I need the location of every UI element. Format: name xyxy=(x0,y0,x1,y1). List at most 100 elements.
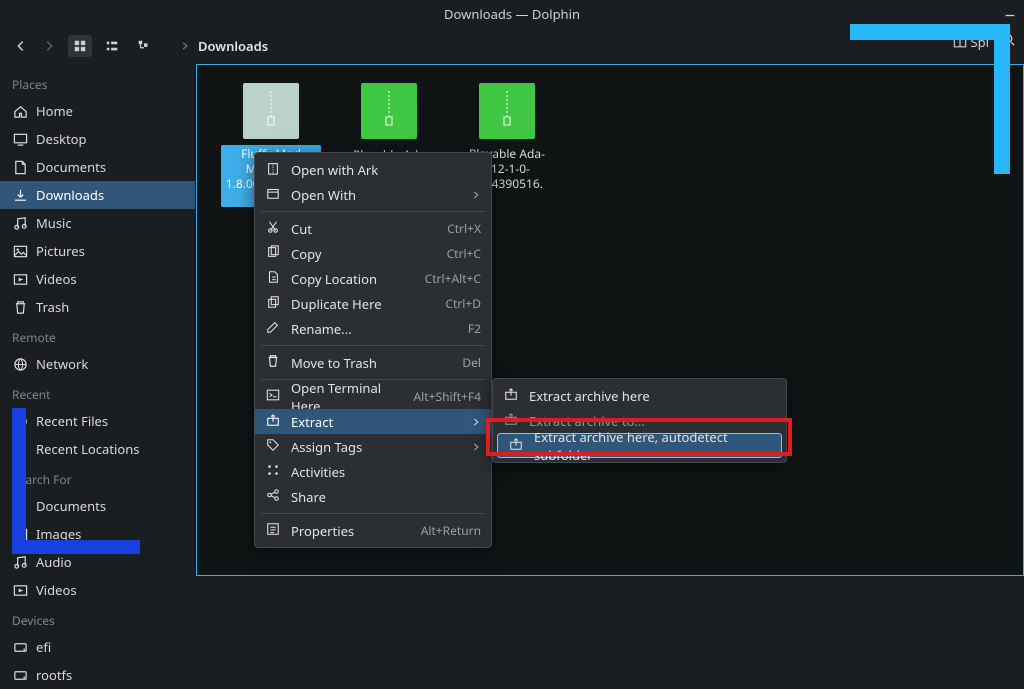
nav-forward-button[interactable] xyxy=(38,35,60,57)
menu-item-activities[interactable]: Activities xyxy=(255,459,491,484)
menu-item-shortcut: Alt+Return xyxy=(421,522,481,539)
menu-item-extract[interactable]: Extract xyxy=(255,409,491,434)
archive-icon xyxy=(479,83,535,139)
menu-item-shortcut: Ctrl+X xyxy=(447,220,481,237)
extract-icon xyxy=(265,413,281,431)
sidebar-item-videos[interactable]: Videos xyxy=(0,265,195,293)
menu-item-cut[interactable]: Cut Ctrl+X xyxy=(255,216,491,241)
window-controls xyxy=(1002,4,1018,20)
music-icon xyxy=(12,215,28,231)
sidebar-item-label: Music xyxy=(36,214,72,232)
menu-item-duplicate-here[interactable]: Duplicate HereCtrl+D xyxy=(255,291,491,316)
archive-icon xyxy=(361,83,417,139)
menu-item-copy[interactable]: Copy Ctrl+C xyxy=(255,241,491,266)
menu-item-label: Rename... xyxy=(291,320,352,338)
context-menu: Open with Ark Open With Cut Ctrl+X Copy Ctrl+… xyxy=(254,152,492,548)
music-icon xyxy=(12,554,28,570)
menu-separator xyxy=(261,211,485,212)
sidebar-item-home[interactable]: Home xyxy=(0,97,195,125)
breadcrumb-current[interactable]: Downloads xyxy=(198,37,268,55)
menu-item-properties[interactable]: Properties Alt+Return xyxy=(255,518,491,543)
home-icon xyxy=(12,103,28,119)
activities-icon xyxy=(265,463,281,481)
view-icons-button[interactable] xyxy=(68,35,92,57)
sidebar-item-network[interactable]: Network xyxy=(0,350,195,378)
menu-item-label: Activities xyxy=(291,463,345,481)
sidebar-item-downloads[interactable]: Downloads xyxy=(0,181,195,209)
menu-item-label: Move to Trash xyxy=(291,354,377,372)
chevron-right-icon xyxy=(471,413,481,431)
menu-item-label: Cut xyxy=(291,220,312,238)
sidebar-item-videos[interactable]: Videos xyxy=(0,576,195,604)
sidebar-section-title: Places xyxy=(0,68,195,97)
pictures-icon xyxy=(12,243,28,259)
menu-separator xyxy=(261,345,485,346)
sidebar-item-label: Network xyxy=(36,355,88,373)
sidebar-item-desktop[interactable]: Desktop xyxy=(0,125,195,153)
share-icon xyxy=(265,488,281,506)
sidebar-item-rootfs[interactable]: rootfs xyxy=(0,661,195,689)
view-details-button[interactable] xyxy=(132,35,156,57)
sidebar-item-documents[interactable]: Documents xyxy=(0,492,195,520)
menu-item-shortcut: Alt+Shift+F4 xyxy=(414,388,481,405)
window-minimize-icon[interactable] xyxy=(1002,4,1018,20)
view-compact-button[interactable] xyxy=(100,35,124,57)
sidebar-item-label: Desktop xyxy=(36,130,87,148)
menu-item-share[interactable]: Share xyxy=(255,484,491,509)
nav-back-button[interactable] xyxy=(10,35,32,57)
annotation-cyan-right xyxy=(994,24,1010,174)
menu-item-shortcut: Ctrl+C xyxy=(447,245,481,262)
sidebar-item-documents[interactable]: Documents xyxy=(0,153,195,181)
disk-icon xyxy=(12,639,28,655)
sidebar-item-trash[interactable]: Trash xyxy=(0,293,195,321)
annotation-blue-horiz xyxy=(12,540,140,554)
sidebar-item-label: Videos xyxy=(36,581,77,599)
menu-item-shortcut: Ctrl+Alt+C xyxy=(425,270,481,287)
menu-item-open-with-ark[interactable]: Open with Ark xyxy=(255,157,491,182)
submenu-item-extract-archive-here[interactable]: Extract archive here xyxy=(493,383,786,408)
annotation-red-box xyxy=(486,418,792,456)
menu-item-shortcut: Del xyxy=(462,354,481,371)
open-icon xyxy=(265,186,281,204)
sidebar-item-label: Downloads xyxy=(36,186,104,204)
chevron-right-icon xyxy=(471,438,481,456)
videos-icon xyxy=(12,271,28,287)
props-icon xyxy=(265,522,281,540)
menu-item-rename[interactable]: Rename...F2 xyxy=(255,316,491,341)
menu-item-move-to-trash[interactable]: Move to Trash Del xyxy=(255,350,491,375)
sidebar-section-title: Recent xyxy=(0,378,195,407)
chevron-right-icon xyxy=(471,186,481,204)
file-item[interactable]: Playable Ada xyxy=(339,83,439,163)
sidebar-item-recent-locations[interactable]: Recent Locations xyxy=(0,435,195,463)
menu-item-assign-tags[interactable]: Assign Tags xyxy=(255,434,491,459)
menu-item-label: Copy xyxy=(291,245,321,263)
rename-icon xyxy=(265,320,281,338)
menu-item-label: Properties xyxy=(291,522,354,540)
annotation-blue-vert xyxy=(12,408,26,554)
menu-item-open-with[interactable]: Open With xyxy=(255,182,491,207)
breadcrumb[interactable]: Downloads xyxy=(180,37,268,55)
desktop-icon xyxy=(12,131,28,147)
sidebar-item-pictures[interactable]: Pictures xyxy=(0,237,195,265)
sidebar-item-label: efi xyxy=(36,638,51,656)
sidebar-item-label: Recent Locations xyxy=(36,440,139,458)
extract-icon xyxy=(503,387,519,405)
videos-icon xyxy=(12,582,28,598)
sidebar-item-efi[interactable]: efi xyxy=(0,633,195,661)
sidebar-item-label: Home xyxy=(36,102,73,120)
tag-icon xyxy=(265,438,281,456)
sidebar-item-music[interactable]: Music xyxy=(0,209,195,237)
sidebar-item-recent-files[interactable]: Recent Files xyxy=(0,407,195,435)
menu-item-open-terminal-here[interactable]: Open Terminal HereAlt+Shift+F4 xyxy=(255,384,491,409)
sidebar-section-title: Remote xyxy=(0,321,195,350)
window-title: Downloads — Dolphin xyxy=(444,5,580,23)
sidebar-item-label: Audio xyxy=(36,553,72,571)
trash-icon xyxy=(265,354,281,372)
menu-item-label: Share xyxy=(291,488,326,506)
sidebar-item-label: Recent Files xyxy=(36,412,108,430)
network-icon xyxy=(12,356,28,372)
menu-item-label: Open with Ark xyxy=(291,161,378,179)
download-icon xyxy=(12,187,28,203)
menu-item-copy-location[interactable]: Copy LocationCtrl+Alt+C xyxy=(255,266,491,291)
sidebar-section-title: Devices xyxy=(0,604,195,633)
